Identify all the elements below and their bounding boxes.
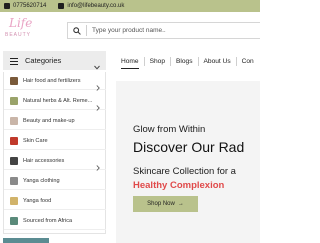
category-thumbnail [10, 176, 18, 185]
email-icon [58, 3, 65, 9]
category-item[interactable]: Beauty and make-up [4, 112, 106, 130]
nav-link-blogs[interactable]: Blogs [176, 58, 193, 65]
nav-separator [197, 56, 199, 66]
categories-title: Categories [25, 56, 62, 65]
category-thumbnail [10, 136, 18, 145]
category-item[interactable]: Yanga food [4, 192, 106, 210]
categories-header[interactable]: Categories [3, 51, 106, 70]
category-label: Hair food and fertilizers [23, 77, 81, 84]
category-thumbnail [10, 216, 18, 225]
search-input[interactable] [92, 27, 252, 34]
category-item[interactable]: Skin Care [4, 132, 106, 150]
category-thumbnail [10, 96, 18, 105]
category-item[interactable]: Natural herbs & Alt. Reme... [4, 92, 106, 111]
hero-banner: Glow from Within Discover Our Rad Skinca… [116, 81, 260, 243]
category-thumbnail [10, 196, 18, 205]
bottom-bar [3, 238, 49, 243]
category-label: Sourced from Africa [23, 217, 73, 224]
arrow-right-icon: → [177, 201, 184, 207]
search-divider [86, 25, 87, 36]
category-item[interactable]: Hair food and fertilizers [4, 72, 106, 91]
main-nav: Home Shop Blogs About Us Con [121, 54, 254, 69]
nav-link-shop[interactable]: Shop [150, 58, 165, 65]
nav-link-home[interactable]: Home [121, 58, 139, 69]
logo-script: Life [9, 16, 33, 30]
hero-line-3: Skincare Collection for a [133, 166, 236, 177]
category-label: Yanga clothing [23, 177, 60, 184]
hero-line-2: Discover Our Rad [133, 139, 245, 155]
hero-line-1: Glow from Within [133, 124, 206, 135]
shop-now-label: Shop Now [147, 201, 175, 207]
email-address: info@lifebeauty.co.uk [67, 3, 125, 9]
search-bar [67, 22, 260, 39]
menu-icon [10, 52, 18, 70]
category-thumbnail [10, 116, 18, 125]
phone-number: 0775620714 [13, 3, 47, 9]
category-label: Beauty and make-up [23, 117, 75, 124]
category-label: Skin Care [23, 137, 48, 144]
shop-now-button[interactable]: Shop Now → [133, 196, 198, 212]
logo-word: BEAUTY [5, 32, 32, 38]
nav-link-about-us[interactable]: About Us [204, 58, 231, 65]
nav-separator [143, 56, 145, 66]
category-item[interactable]: Hair accessories [4, 152, 106, 171]
hero-line-4: Healthy Complexion [133, 180, 225, 191]
phone-contact[interactable]: 0775620714 [4, 3, 46, 9]
top-contact-bar: 0775620714 info@lifebeauty.co.uk [0, 0, 260, 12]
nav-separator [235, 56, 237, 66]
search-icon[interactable] [68, 26, 86, 35]
phone-icon [4, 3, 10, 9]
nav-separator [170, 56, 171, 66]
nav-link-con[interactable]: Con [242, 58, 254, 65]
site-logo[interactable]: Life BEAUTY [3, 16, 35, 40]
category-item[interactable]: Sourced from Africa [4, 212, 106, 230]
category-thumbnail [10, 76, 18, 85]
category-label: Yanga food [23, 197, 52, 204]
category-label: Hair accessories [23, 157, 65, 164]
email-contact[interactable]: info@lifebeauty.co.uk [58, 3, 124, 9]
categories-list: Hair food and fertilizers Natural herbs &… [3, 72, 106, 234]
category-item[interactable]: Yanga clothing [4, 172, 106, 190]
category-label: Natural herbs & Alt. Reme... [23, 97, 93, 104]
category-thumbnail [10, 156, 18, 165]
